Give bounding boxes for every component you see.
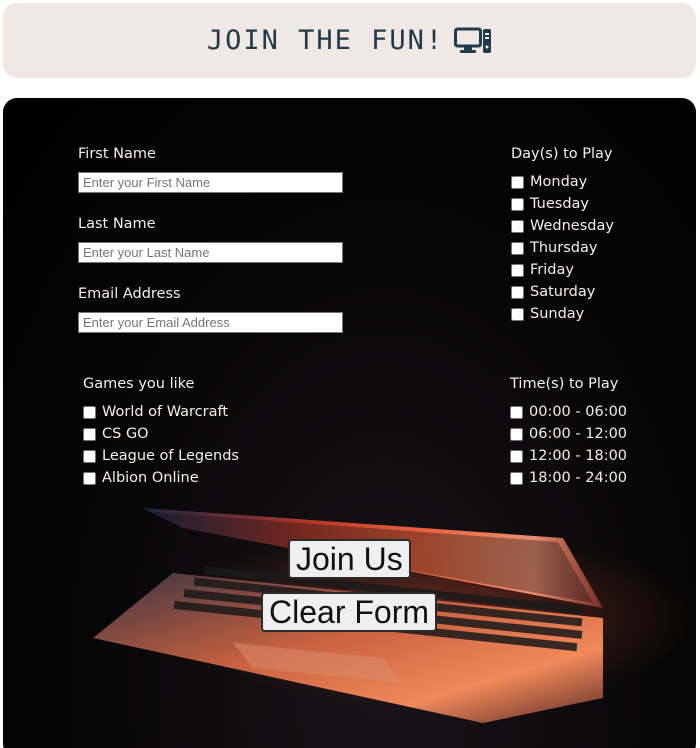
checkbox[interactable] [510,449,523,463]
time-option[interactable]: 00:00 - 06:00 [510,402,627,422]
day-option-label: Sunday [530,306,585,322]
header-title: JOIN THE FUN! [206,25,445,56]
games-label: Games you like [83,376,195,392]
checkbox[interactable] [511,307,524,321]
checkbox[interactable] [511,241,524,255]
time-option[interactable]: 18:00 - 24:00 [510,468,627,488]
checkbox[interactable] [83,449,96,463]
checkbox[interactable] [510,427,523,441]
email-input[interactable] [78,312,343,333]
day-option-label: Wednesday [530,218,614,234]
email-label: Email Address [78,286,181,302]
header-title-wrap: JOIN THE FUN! [207,25,492,56]
desktop-computer-icon [454,27,492,53]
time-option-label: 18:00 - 24:00 [529,470,628,486]
days-label: Day(s) to Play [511,146,613,162]
day-option-label: Thursday [530,240,598,256]
first-name-input[interactable] [78,172,343,193]
day-option[interactable]: Thursday [511,238,597,258]
join-us-button[interactable]: Join Us [288,539,411,579]
checkbox[interactable] [511,263,524,277]
time-option-label: 00:00 - 06:00 [529,404,628,420]
game-option[interactable]: League of Legends [83,446,239,466]
time-option[interactable]: 12:00 - 18:00 [510,446,627,466]
times-label: Time(s) to Play [510,376,619,392]
time-option-label: 12:00 - 18:00 [529,448,628,464]
checkbox[interactable] [511,175,524,189]
checkbox[interactable] [510,405,523,419]
game-option-label: League of Legends [102,448,239,464]
checkbox[interactable] [510,471,523,485]
day-option[interactable]: Friday [511,260,574,280]
page-header: JOIN THE FUN! [3,3,696,78]
checkbox[interactable] [83,427,96,441]
last-name-input[interactable] [78,242,343,263]
laptop-background-image [93,508,693,723]
day-option-label: Saturday [530,284,596,300]
game-option-label: CS GO [102,426,149,442]
time-option[interactable]: 06:00 - 12:00 [510,424,627,444]
first-name-label: First Name [78,146,156,162]
day-option-label: Friday [530,262,574,278]
last-name-label: Last Name [78,216,156,232]
day-option[interactable]: Monday [511,172,587,192]
checkbox[interactable] [83,405,96,419]
checkbox[interactable] [511,197,524,211]
day-option[interactable]: Saturday [511,282,595,302]
signup-form-panel: First Name Last Name Email Address Day(s… [3,98,696,748]
checkbox[interactable] [511,285,524,299]
game-option[interactable]: CS GO [83,424,149,444]
checkbox[interactable] [83,471,96,485]
clear-form-button[interactable]: Clear Form [261,592,438,632]
day-option[interactable]: Sunday [511,304,584,324]
day-option-label: Monday [530,174,588,190]
game-option-label: Albion Online [102,470,199,486]
game-option-label: World of Warcraft [102,404,229,420]
day-option[interactable]: Tuesday [511,194,589,214]
checkbox[interactable] [511,219,524,233]
time-option-label: 06:00 - 12:00 [529,426,628,442]
game-option[interactable]: World of Warcraft [83,402,228,422]
day-option-label: Tuesday [530,196,589,212]
game-option[interactable]: Albion Online [83,468,199,488]
day-option[interactable]: Wednesday [511,216,614,236]
